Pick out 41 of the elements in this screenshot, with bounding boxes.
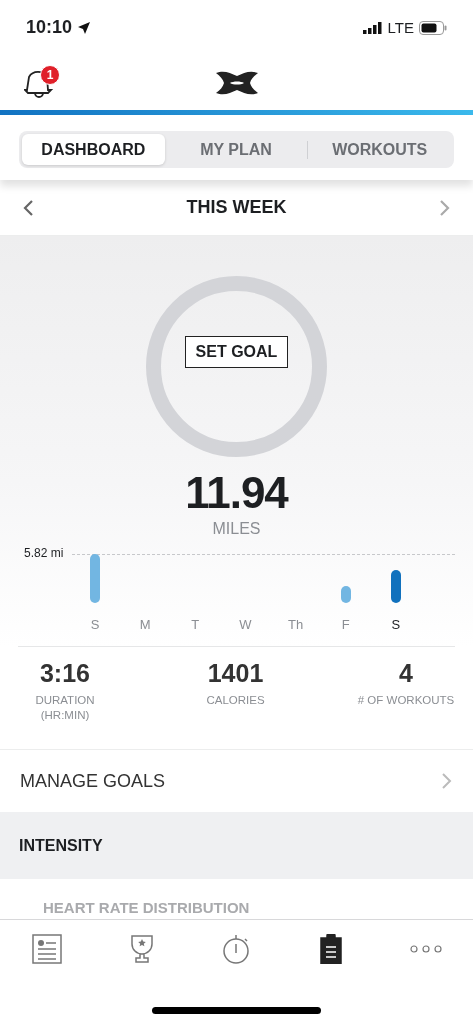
set-goal-button[interactable]: SET GOAL	[184, 336, 289, 368]
stat-label: # OF WORKOUTS	[357, 694, 455, 706]
location-arrow-icon	[77, 20, 92, 35]
section-title: INTENSITY	[19, 836, 103, 855]
day-label: S	[391, 617, 401, 632]
chevron-left-icon[interactable]	[22, 198, 34, 217]
day-label: M	[139, 617, 151, 632]
stat-label: CALORIES	[206, 694, 265, 706]
period-title: THIS WEEK	[186, 197, 287, 218]
section-subtitle: HEART RATE DISTRIBUTION	[42, 898, 251, 918]
total-distance: 11.94	[184, 468, 290, 518]
day-label: W	[239, 617, 252, 632]
network-label: LTE	[387, 19, 414, 36]
day-bar	[90, 554, 100, 603]
day-bar	[390, 570, 401, 603]
day-label: F	[341, 617, 350, 632]
stat-value: 4	[399, 659, 413, 688]
clipboard-icon	[319, 934, 344, 964]
day-label: T	[191, 617, 200, 632]
stopwatch-icon	[221, 934, 252, 964]
more-icon	[409, 944, 442, 954]
signal-icon	[362, 21, 383, 34]
stat-value: 1401	[207, 659, 264, 688]
segment-tab[interactable]: DASHBOARD	[22, 134, 165, 165]
battery-icon	[419, 20, 447, 35]
day-bar	[340, 586, 351, 603]
stat-label: DURATION	[35, 694, 95, 706]
day-label: Th	[288, 617, 304, 632]
status-time: 10:10	[26, 17, 73, 38]
notification-badge: 1	[40, 65, 60, 85]
segment-tab[interactable]: WORKOUTS	[308, 134, 451, 165]
reference-label: 5.82 mi	[24, 546, 64, 560]
stat-value: 3:16	[39, 659, 90, 688]
day-label: S	[90, 617, 100, 632]
stat-sublabel: (HR:MIN)	[40, 709, 90, 721]
news-feed-icon	[32, 934, 63, 964]
chevron-right-icon	[441, 772, 453, 790]
manage-goals-label: MANAGE GOALS	[20, 770, 166, 792]
distance-unit: MILES	[211, 520, 262, 538]
segment-tab[interactable]: MY PLAN	[164, 134, 308, 165]
chevron-right-icon[interactable]	[439, 198, 451, 217]
